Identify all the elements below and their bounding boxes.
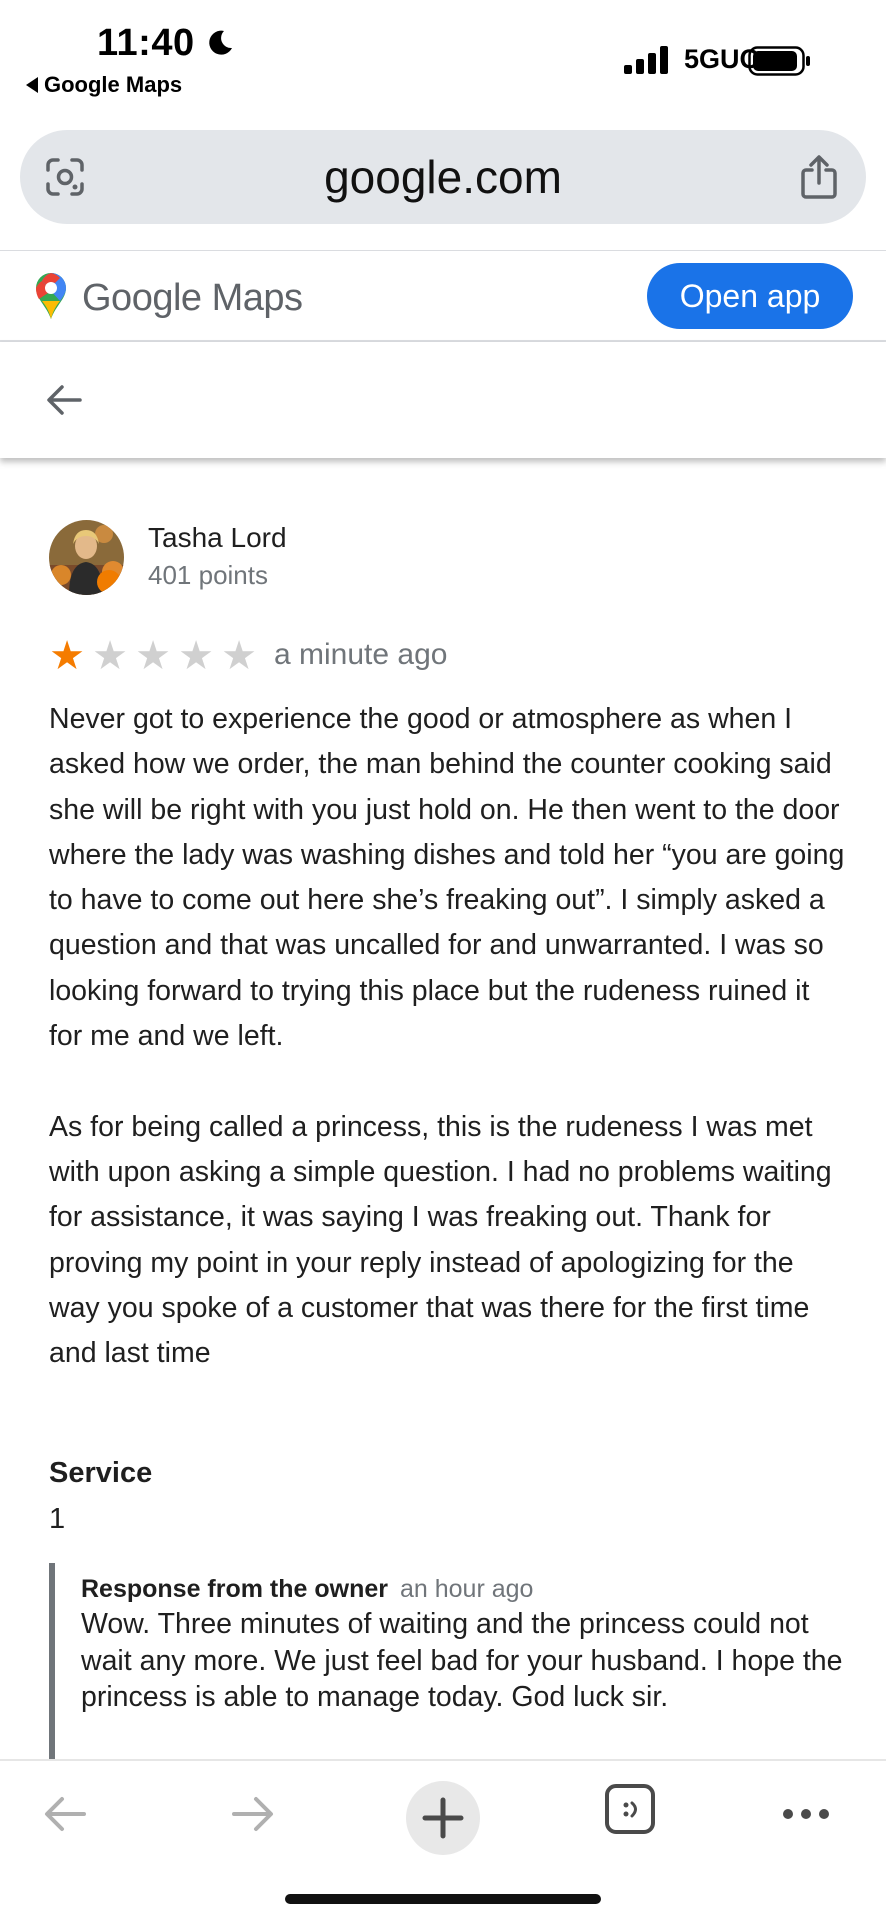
- signal-icon: [624, 46, 668, 74]
- star-icon: ★: [92, 634, 128, 678]
- star-rating: ★ ★ ★ ★ ★: [48, 636, 258, 676]
- reviewer-points: 401 points: [148, 560, 268, 590]
- service-label: Service: [49, 1457, 153, 1489]
- review-paragraph: As for being called a princess, this is …: [49, 1110, 832, 1370]
- battery-icon: [748, 46, 810, 76]
- star-icon: ★: [135, 634, 171, 678]
- status-bar: 11:40 Google Maps 5GUC: [0, 0, 886, 110]
- review-time: a minute ago: [274, 638, 448, 671]
- avatar-image: [49, 520, 124, 595]
- review-text: Never got to experience the good or atmo…: [49, 697, 849, 1376]
- plus-icon: [422, 1797, 464, 1839]
- owner-response-text: Wow. Three minutes of waiting and the pr…: [81, 1608, 843, 1714]
- star-icon: ★: [178, 634, 214, 678]
- star-icon: ★: [49, 634, 85, 678]
- tabs-icon[interactable]: [604, 1783, 656, 1835]
- status-time: 11:40: [97, 22, 195, 64]
- maps-logo-text: Google Maps: [82, 277, 303, 319]
- review-paragraph: Never got to experience the good or atmo…: [49, 703, 845, 1053]
- maps-header: Google Maps Open app: [0, 250, 886, 342]
- home-indicator[interactable]: [285, 1894, 601, 1904]
- maps-pin-icon: [36, 273, 66, 319]
- moon-icon: [209, 30, 232, 55]
- owner-response-title: Response from the owner: [81, 1575, 388, 1603]
- forward-arrow-icon[interactable]: [228, 1789, 278, 1839]
- navigation-row: [0, 342, 886, 458]
- back-to-app-link[interactable]: Google Maps: [26, 72, 182, 98]
- more-icon[interactable]: [780, 1789, 832, 1839]
- open-app-button[interactable]: Open app: [647, 263, 853, 329]
- reviewer-name[interactable]: Tasha Lord: [148, 522, 287, 554]
- star-icon: ★: [221, 634, 257, 678]
- owner-response-time: an hour ago: [400, 1575, 534, 1603]
- back-arrow-icon[interactable]: [40, 1789, 90, 1839]
- back-triangle-icon: [26, 77, 38, 93]
- owner-response: Response from the owner an hour ago Wow. …: [49, 1563, 849, 1759]
- url-text[interactable]: google.com: [20, 150, 866, 204]
- avatar[interactable]: [49, 520, 124, 595]
- owner-response-header: Response from the owner an hour ago: [81, 1575, 849, 1604]
- back-arrow-icon[interactable]: [44, 380, 84, 420]
- new-tab-button[interactable]: [406, 1781, 480, 1855]
- service-value: 1: [49, 1503, 66, 1535]
- back-app-label: Google Maps: [44, 72, 183, 97]
- address-bar[interactable]: google.com: [20, 130, 866, 224]
- share-icon[interactable]: [798, 154, 840, 200]
